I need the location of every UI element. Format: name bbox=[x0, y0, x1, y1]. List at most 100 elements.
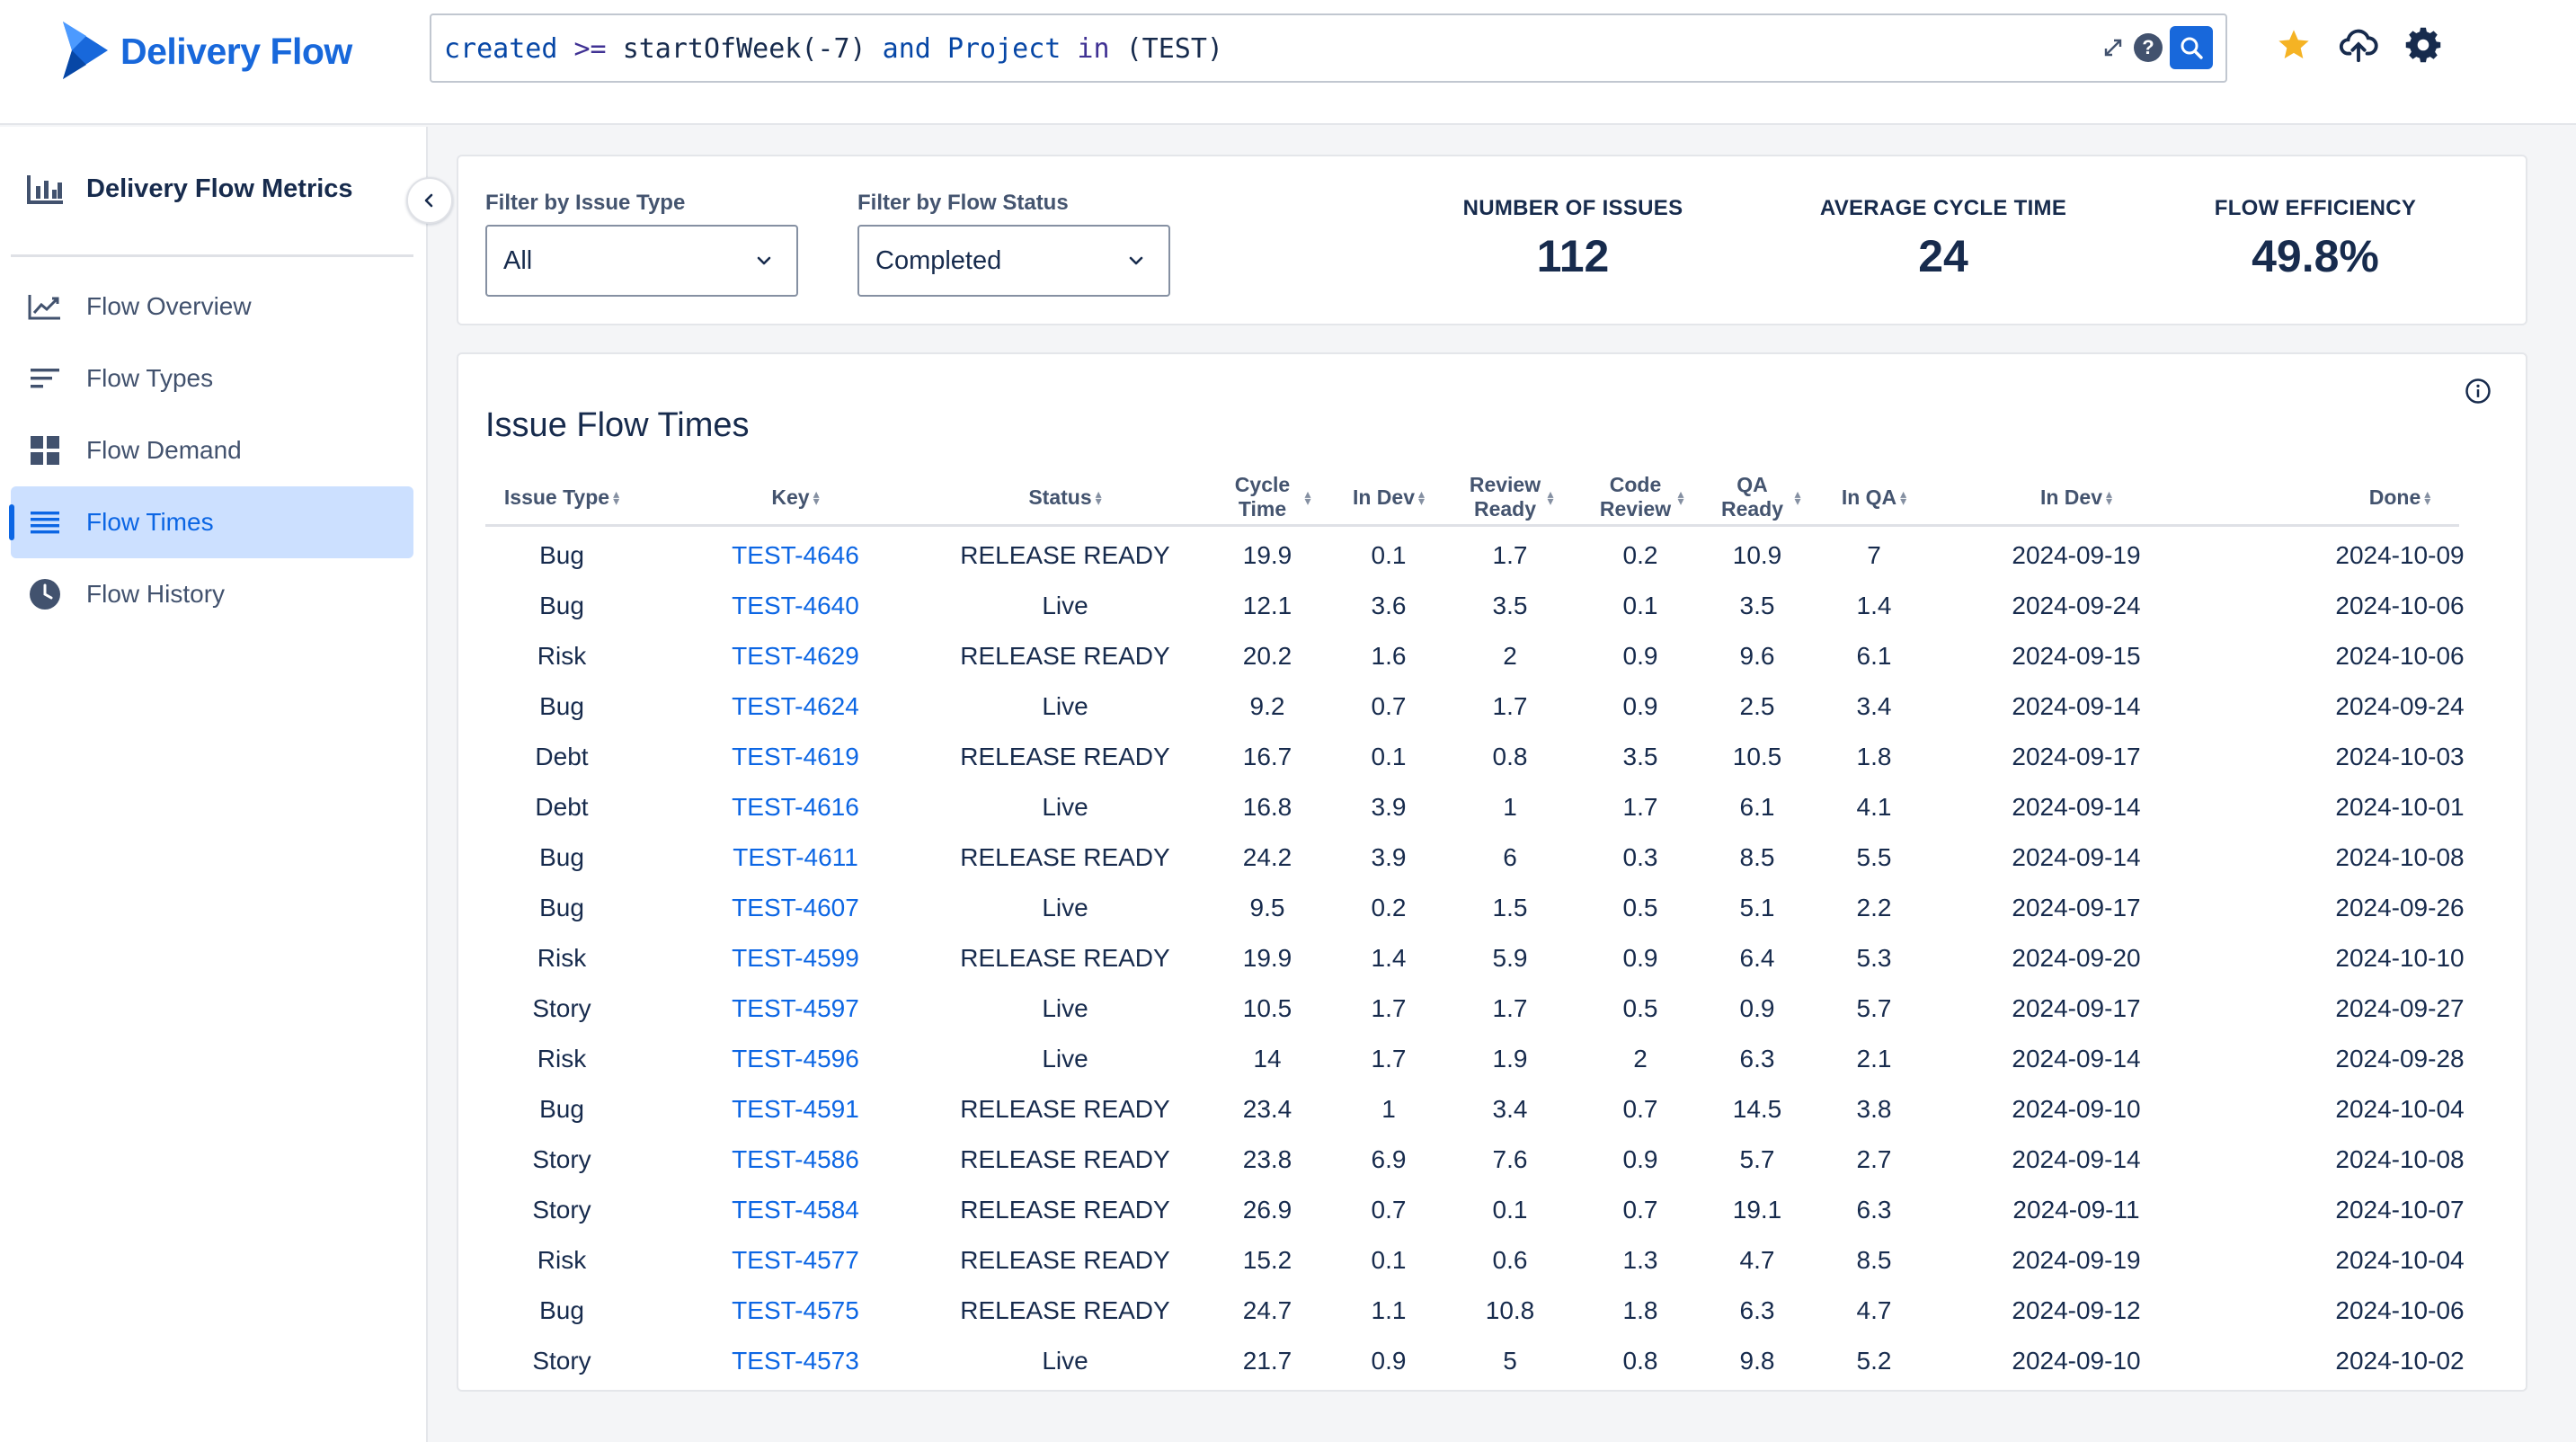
table-cell: Bug bbox=[539, 541, 584, 569]
column-header[interactable]: Cycle Time ▴ ▾ bbox=[1213, 467, 1321, 527]
issue-key-link[interactable]: TEST-4573 bbox=[701, 1336, 890, 1386]
help-icon[interactable]: ? bbox=[2134, 33, 2163, 62]
metric-average-cycle-time: AVERAGE CYCLE TIME 24 bbox=[1799, 196, 2087, 282]
sort-icon[interactable]: ▴ ▾ bbox=[2106, 487, 2112, 507]
table-cell: 1.3 bbox=[1622, 1246, 1658, 1274]
column-header[interactable]: Done ▴ ▾ bbox=[2256, 467, 2526, 527]
sidebar-item-label: Flow Times bbox=[86, 508, 214, 536]
issue-key-link[interactable]: TEST-4597 bbox=[701, 984, 890, 1034]
issue-key-link[interactable]: TEST-4607 bbox=[701, 883, 890, 933]
sort-icon[interactable]: ▴ ▾ bbox=[1547, 487, 1553, 507]
sort-icon[interactable]: ▴ ▾ bbox=[1096, 487, 1102, 507]
issue-key-link[interactable]: TEST-4577 bbox=[701, 1235, 890, 1286]
flow-status-select[interactable]: Completed bbox=[857, 225, 1170, 297]
gear-icon[interactable] bbox=[2398, 20, 2448, 70]
issue-key-link[interactable]: TEST-4584 bbox=[701, 1185, 890, 1235]
metric-flow-efficiency: FLOW EFFICIENCY 49.8% bbox=[2172, 196, 2459, 282]
table-cell: 24.2 bbox=[1242, 843, 1292, 871]
issue-key-link[interactable]: TEST-4611 bbox=[701, 832, 890, 883]
table-cell: 19.9 bbox=[1242, 944, 1292, 972]
table-cell: 2024-10-09 bbox=[2335, 541, 2465, 569]
table-cell: 2024-09-14 bbox=[2012, 1045, 2141, 1073]
sidebar-item-flow-demand[interactable]: Flow Demand bbox=[11, 414, 413, 486]
table-cell: 1.6 bbox=[1371, 642, 1407, 670]
table-cell: 0.6 bbox=[1492, 1246, 1528, 1274]
sort-icon[interactable]: ▴ ▾ bbox=[2424, 487, 2430, 507]
clock-icon bbox=[27, 576, 63, 612]
issue-type-filter-label: Filter by Issue Type bbox=[485, 191, 686, 215]
column-header[interactable]: Code Review ▴ ▾ bbox=[1582, 467, 1699, 527]
table-cell: Bug bbox=[539, 692, 584, 720]
column-header[interactable]: QA Ready ▴ ▾ bbox=[1699, 467, 1816, 527]
cloud-upload-icon[interactable] bbox=[2333, 20, 2384, 70]
collapse-sidebar-button[interactable] bbox=[406, 177, 453, 224]
table-cell: 0.3 bbox=[1622, 843, 1658, 871]
table-cell: 6.3 bbox=[1739, 1045, 1775, 1073]
table-cell: 3.9 bbox=[1371, 843, 1407, 871]
table-cell: Story bbox=[532, 1347, 591, 1375]
column-header[interactable]: In Dev ▴ ▾ bbox=[1905, 467, 2247, 527]
sort-icon[interactable]: ▴ ▾ bbox=[1304, 487, 1310, 507]
issue-type-select[interactable]: All bbox=[485, 225, 798, 297]
issue-key-link[interactable]: TEST-4591 bbox=[701, 1084, 890, 1135]
issue-key-link[interactable]: TEST-4599 bbox=[701, 933, 890, 984]
issue-key-link[interactable]: TEST-4629 bbox=[701, 631, 890, 681]
column-header[interactable]: Issue Type ▴ ▾ bbox=[485, 467, 638, 527]
app-logo[interactable]: Delivery Flow bbox=[59, 20, 352, 83]
sidebar-item-flow-overview[interactable]: Flow Overview bbox=[11, 271, 413, 343]
table-cell: 15.2 bbox=[1242, 1246, 1292, 1274]
table-cell: 0.5 bbox=[1622, 894, 1658, 921]
table-cell: Risk bbox=[537, 944, 587, 972]
sort-icon[interactable]: ▴ ▾ bbox=[1677, 487, 1683, 507]
table-row: Debt TEST-4619 RELEASE READY 16.7 0.1 0.8 3.5 1… bbox=[485, 732, 2464, 782]
sidebar-nav: Flow Overview Flow Types Flow Demand Flow T… bbox=[9, 271, 413, 630]
table-cell: 5.9 bbox=[1492, 944, 1528, 972]
table-row: Story TEST-4584 RELEASE READY 26.9 0.7 0.1 0.7… bbox=[485, 1185, 2464, 1235]
issue-key-link[interactable]: TEST-4596 bbox=[701, 1034, 890, 1084]
column-header[interactable]: Review Ready ▴ ▾ bbox=[1447, 467, 1573, 527]
issue-key-link[interactable]: TEST-4624 bbox=[701, 681, 890, 732]
column-header[interactable]: Status ▴ ▾ bbox=[935, 467, 1195, 527]
sidebar-item-flow-times[interactable]: Flow Times bbox=[9, 486, 413, 558]
issue-key-link[interactable]: TEST-4640 bbox=[701, 581, 890, 631]
table-cell: 12.1 bbox=[1242, 592, 1292, 619]
table-cell: 0.9 bbox=[1622, 1145, 1658, 1173]
table-cell: RELEASE READY bbox=[960, 1296, 1170, 1324]
column-header[interactable]: Key ▴ ▾ bbox=[701, 467, 890, 527]
table-cell: 2024-09-17 bbox=[2012, 894, 2141, 921]
sidebar-item-flow-history[interactable]: Flow History bbox=[11, 558, 413, 630]
column-header[interactable]: In Dev ▴ ▾ bbox=[1339, 467, 1438, 527]
app-name: Delivery Flow bbox=[120, 30, 352, 72]
star-icon[interactable] bbox=[2269, 20, 2319, 70]
table-cell: Bug bbox=[539, 1296, 584, 1324]
issue-key-link[interactable]: TEST-4646 bbox=[701, 530, 890, 581]
table-cell: 2 bbox=[1633, 1045, 1648, 1073]
expand-icon[interactable] bbox=[2100, 34, 2127, 61]
table-cell: 16.8 bbox=[1242, 793, 1292, 821]
sort-icon[interactable]: ▴ ▾ bbox=[813, 487, 820, 507]
table-cell: 6.4 bbox=[1739, 944, 1775, 972]
issue-key-link[interactable]: TEST-4575 bbox=[701, 1286, 890, 1336]
issue-key-link[interactable]: TEST-4619 bbox=[701, 732, 890, 782]
metric-number-of-issues: NUMBER OF ISSUES 112 bbox=[1429, 196, 1717, 282]
sort-icon[interactable]: ▴ ▾ bbox=[613, 487, 619, 507]
issue-type-select-value: All bbox=[503, 245, 533, 275]
issue-key-link[interactable]: TEST-4586 bbox=[701, 1135, 890, 1185]
table-cell: 14.5 bbox=[1732, 1095, 1782, 1123]
issue-key-link[interactable]: TEST-4616 bbox=[701, 782, 890, 832]
table-cell: Live bbox=[1042, 692, 1088, 720]
jql-query-field[interactable]: created >= startOfWeek(-7) and Project i… bbox=[430, 13, 2227, 83]
jql-query-text[interactable]: created >= startOfWeek(-7) and Project i… bbox=[444, 33, 1223, 65]
table-cell: RELEASE READY bbox=[960, 843, 1170, 871]
sort-icon[interactable]: ▴ ▾ bbox=[1418, 487, 1425, 507]
search-button[interactable] bbox=[2170, 26, 2213, 69]
table-cell: 0.9 bbox=[1622, 692, 1658, 720]
table-row: Debt TEST-4616 Live 16.8 3.9 1 1.7 6.1 4.1 2024-0… bbox=[485, 782, 2464, 832]
table-cell: 2024-09-26 bbox=[2335, 894, 2465, 921]
sort-icon[interactable]: ▴ ▾ bbox=[1794, 487, 1800, 507]
sidebar-item-flow-types[interactable]: Flow Types bbox=[11, 343, 413, 414]
table-cell: 2.5 bbox=[1739, 692, 1775, 720]
table-cell: 24.7 bbox=[1242, 1296, 1292, 1324]
table-cell: 5.7 bbox=[1739, 1145, 1775, 1173]
info-icon[interactable] bbox=[2465, 378, 2492, 409]
